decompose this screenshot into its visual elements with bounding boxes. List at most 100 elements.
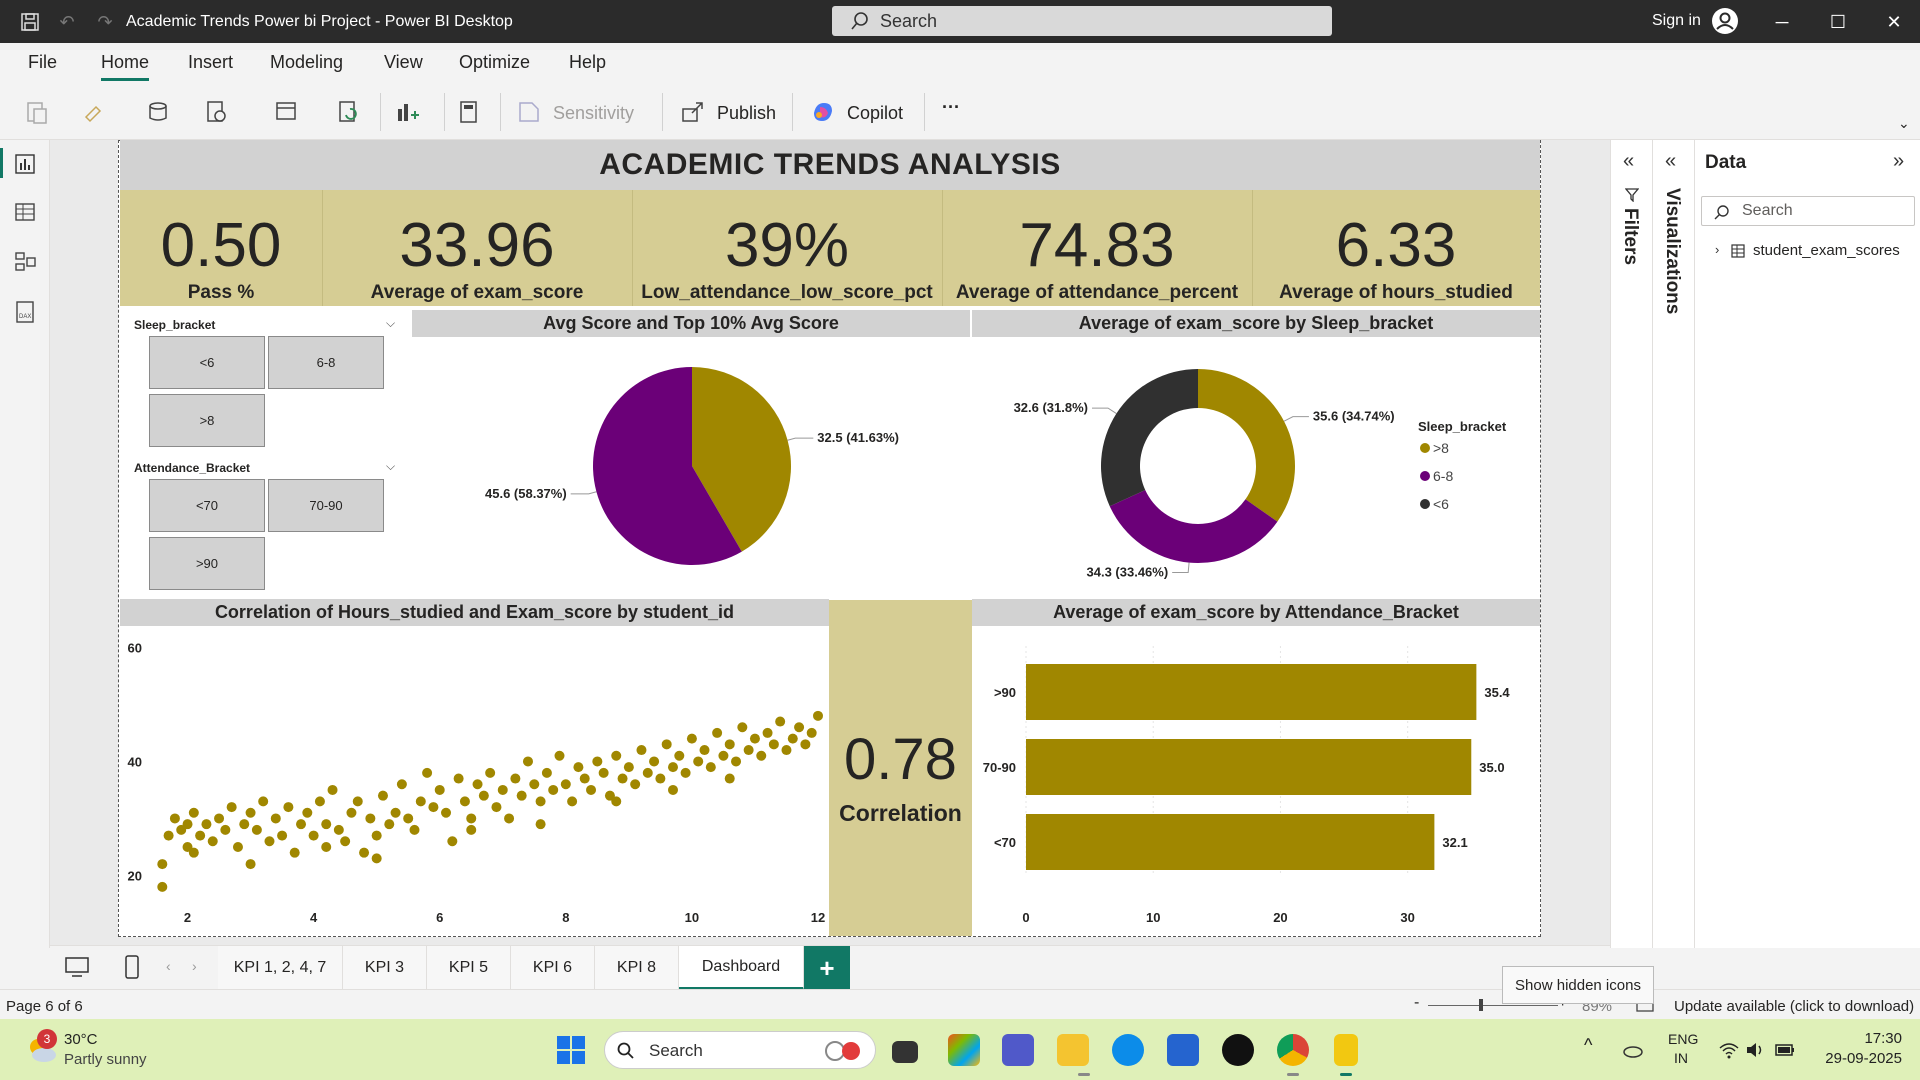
visualizations-label[interactable]: Visualizations — [1661, 188, 1683, 314]
refresh-icon[interactable] — [336, 99, 362, 125]
tab-kpi-3[interactable]: KPI 3 — [343, 946, 427, 990]
zoom-slider[interactable] — [1428, 1005, 1558, 1006]
dell-icon[interactable] — [1222, 1034, 1254, 1066]
format-painter-icon[interactable] — [82, 99, 108, 125]
user-avatar-icon[interactable] — [1712, 8, 1738, 34]
new-visual-icon[interactable] — [394, 99, 420, 125]
volume-icon[interactable] — [1744, 1039, 1766, 1061]
sleep-option-gt8[interactable]: >8 — [149, 394, 265, 447]
calculator-icon[interactable] — [456, 99, 482, 125]
teams-icon[interactable] — [1002, 1034, 1034, 1066]
menu-view[interactable]: View — [384, 52, 423, 73]
copilot-app-icon[interactable] — [948, 1034, 980, 1066]
wifi-icon[interactable] — [1718, 1039, 1740, 1061]
more-options-button[interactable]: ··· — [942, 97, 960, 118]
add-page-button[interactable]: + — [804, 946, 850, 990]
pie-data-label: 32.5 (41.63%) — [817, 430, 899, 445]
transform-data-icon[interactable] — [274, 99, 300, 125]
windows-start-icon[interactable] — [556, 1035, 586, 1065]
table-view-icon[interactable] — [13, 200, 37, 224]
bar-chart[interactable]: >90 35.4 70-90 35.0 <70 32.1 0 10 20 30 — [972, 626, 1540, 936]
chevron-right-icon[interactable]: › — [1715, 242, 1719, 257]
chrome-icon[interactable] — [1277, 1034, 1309, 1066]
task-view-icon[interactable] — [892, 1041, 918, 1063]
category-label: <70 — [994, 835, 1016, 850]
dax-query-view-icon[interactable]: DAX — [13, 300, 37, 324]
maximize-button[interactable]: ☐ — [1823, 8, 1853, 36]
attendance-option-70-90[interactable]: 70-90 — [268, 479, 384, 532]
store-icon[interactable] — [1167, 1034, 1199, 1066]
publish-button[interactable]: Publish — [717, 103, 776, 124]
save-icon[interactable] — [17, 9, 43, 35]
menu-insert[interactable]: Insert — [188, 52, 233, 73]
collapse-filters-icon[interactable]: « — [1623, 150, 1634, 173]
weather-temp[interactable]: 30°C — [64, 1031, 98, 1048]
sleep-option-lt6[interactable]: <6 — [149, 336, 265, 389]
report-view-icon[interactable] — [13, 152, 37, 176]
get-data-icon[interactable] — [146, 99, 172, 125]
show-hidden-icons-button[interactable]: ^ — [1584, 1035, 1592, 1056]
sleep-option-6-8[interactable]: 6-8 — [268, 336, 384, 389]
tab-dashboard[interactable]: Dashboard — [679, 946, 804, 990]
close-button[interactable]: ✕ — [1879, 8, 1909, 36]
zoom-slider-thumb[interactable] — [1479, 999, 1483, 1011]
donut-chart[interactable]: 35.6 (34.74%) 34.3 (33.46%) 32.6 (31.8%) Sl… — [972, 338, 1540, 598]
kpi-card-pass[interactable]: 0.50 Pass % — [120, 190, 322, 306]
edge-icon[interactable] — [1112, 1034, 1144, 1066]
copilot-button[interactable]: Copilot — [847, 103, 903, 124]
attendance-option-lt70[interactable]: <70 — [149, 479, 265, 532]
language-eng[interactable]: ENG — [1668, 1031, 1698, 1047]
undo-icon[interactable]: ↶ — [54, 9, 80, 35]
expand-visualizations-icon[interactable]: « — [1665, 150, 1676, 173]
menu-help[interactable]: Help — [569, 52, 606, 73]
next-page-icon[interactable]: › — [192, 958, 197, 974]
model-view-icon[interactable] — [13, 250, 37, 274]
collapse-data-icon[interactable]: » — [1893, 150, 1904, 173]
onedrive-icon[interactable] — [1622, 1039, 1644, 1061]
menu-modeling[interactable]: Modeling — [270, 52, 343, 73]
kpi-card-avg-hours[interactable]: 6.33 Average of hours_studied — [1252, 190, 1540, 306]
data-table-item[interactable]: student_exam_scores — [1753, 242, 1900, 259]
weather-desc[interactable]: Partly sunny — [64, 1051, 147, 1068]
minimize-button[interactable]: ─ — [1767, 8, 1797, 36]
data-search-input[interactable]: Search — [1701, 196, 1915, 226]
attendance-option-gt90[interactable]: >90 — [149, 537, 265, 590]
update-available-link[interactable]: Update available (click to download) — [1674, 998, 1914, 1015]
language-region[interactable]: IN — [1674, 1050, 1688, 1066]
pie-chart[interactable]: 32.5 (41.63%) 45.6 (58.37%) — [412, 338, 970, 598]
tab-kpi-1-2-4-7[interactable]: KPI 1, 2, 4, 7 — [218, 946, 343, 990]
tab-kpi-5[interactable]: KPI 5 — [427, 946, 511, 990]
scatter-point — [743, 745, 754, 756]
sign-in-link[interactable]: Sign in — [1652, 12, 1701, 30]
menu-home[interactable]: Home — [101, 52, 150, 81]
search-input[interactable]: Search — [832, 6, 1332, 36]
mobile-layout-icon[interactable] — [124, 954, 140, 980]
desktop-layout-icon[interactable] — [64, 956, 90, 978]
copilot-icon[interactable] — [810, 99, 836, 125]
paste-icon[interactable] — [24, 99, 50, 125]
clock-date[interactable]: 29-09-2025 — [1818, 1050, 1902, 1067]
kpi-card-avg-attendance[interactable]: 74.83 Average of attendance_percent — [942, 190, 1252, 306]
zoom-out-icon[interactable]: - — [1414, 994, 1419, 1012]
power-bi-icon[interactable] — [1334, 1034, 1358, 1066]
file-explorer-icon[interactable] — [1057, 1034, 1089, 1066]
clock-time[interactable]: 17:30 — [1862, 1030, 1902, 1047]
kpi-card-avg-exam-score[interactable]: 33.96 Average of exam_score — [322, 190, 632, 306]
ribbon-collapse-icon[interactable]: ⌄ — [1898, 115, 1910, 132]
redo-icon[interactable]: ↷ — [92, 9, 118, 35]
menu-optimize[interactable]: Optimize — [459, 52, 530, 73]
scatter-chart[interactable]: 20 40 60 2 4 6 8 10 12 — [120, 626, 829, 936]
tab-kpi-6[interactable]: KPI 6 — [511, 946, 595, 990]
previous-page-icon[interactable]: ‹ — [166, 958, 171, 974]
recent-sources-icon[interactable] — [204, 99, 230, 125]
battery-icon[interactable] — [1774, 1039, 1796, 1061]
chevron-down-icon[interactable]: ⌵ — [386, 316, 395, 331]
filters-label[interactable]: Filters — [1619, 208, 1641, 265]
menu-file[interactable]: File — [28, 52, 57, 73]
chevron-down-icon[interactable]: ⌵ — [386, 459, 395, 474]
correlation-card[interactable]: 0.78 Correlation — [829, 600, 972, 936]
publish-icon[interactable] — [680, 99, 706, 125]
kpi-card-low-attendance[interactable]: 39% Low_attendance_low_score_pct — [632, 190, 942, 306]
taskbar-search-input[interactable]: Search — [604, 1031, 876, 1069]
tab-kpi-8[interactable]: KPI 8 — [595, 946, 679, 990]
